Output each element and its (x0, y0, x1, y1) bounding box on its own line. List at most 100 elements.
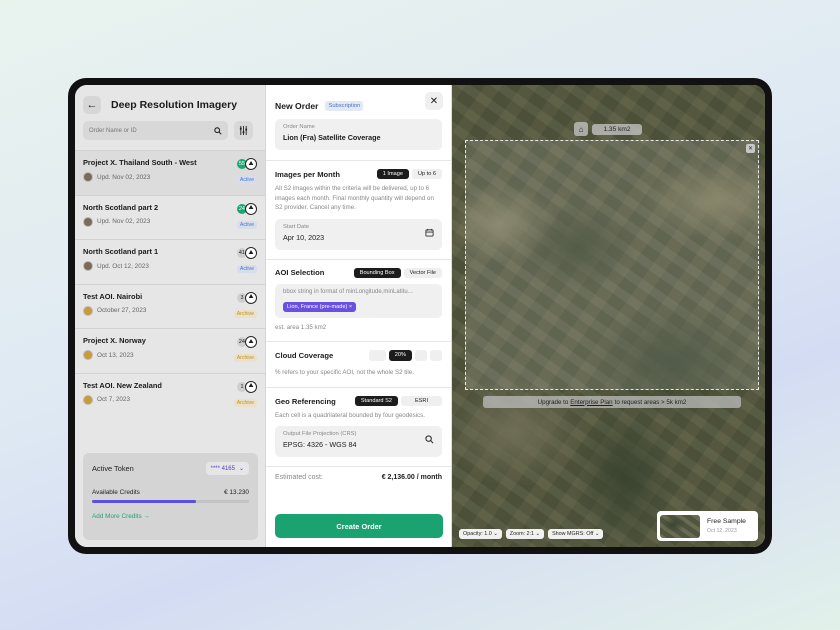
home-button[interactable]: ⌂ (574, 122, 588, 136)
aoi-chip[interactable]: Lion, France (pre-made) × (283, 301, 357, 312)
calendar-icon[interactable] (425, 228, 434, 239)
geo-description: Each cell is a quadrilateral bounded by … (275, 412, 425, 420)
opacity-select[interactable]: Opacity: 1.0 ⌄ (459, 529, 502, 539)
aoi-section: AOI Selection Bounding Box Vector File b… (266, 258, 451, 333)
page-title: Deep Resolution Imagery (111, 99, 238, 111)
cloud-title: Cloud Coverage (275, 351, 334, 361)
zoom-label: Zoom: 2:1 (509, 531, 535, 537)
start-date-field[interactable]: Start Date Apr 10, 2023 (275, 218, 442, 250)
project-name: North Scotland part 1 (83, 247, 159, 257)
search-input[interactable]: Order Name or ID (83, 121, 228, 140)
list-item[interactable]: Project X. Norway Oct 13, 2023 24 ⛰ Archi… (75, 328, 265, 373)
geo-referencing-section: Geo Referencing Standard S2 ESRI Each ce… (266, 387, 451, 457)
project-date: Oct 7, 2023 (97, 396, 131, 404)
arrow-left-icon: ← (86, 99, 98, 111)
sample-thumbnail (660, 514, 700, 538)
images-toggle: 1 Image Up to 6 (376, 169, 442, 179)
credits-progress-fill (92, 500, 196, 503)
project-date: Oct 13, 2023 (97, 351, 134, 359)
close-button[interactable]: ✕ (425, 92, 443, 110)
credits-progress-bar (92, 500, 249, 503)
remove-chip-icon[interactable]: × (349, 304, 352, 310)
bounding-box-selection[interactable]: ✕ (465, 140, 759, 390)
order-name-field[interactable]: Order Name Lion (Fra) Satellite Coverage (275, 119, 442, 150)
create-order-button[interactable]: Create Order (275, 514, 443, 538)
add-credits-link[interactable]: Add More Credits → (92, 513, 249, 520)
est-area: est. area 1.35 km2 (275, 323, 327, 331)
status-badge: Active (236, 220, 257, 229)
cloud-option-20[interactable]: 20% (388, 350, 412, 362)
start-date-label: Start Date (283, 223, 310, 230)
satellite-map[interactable]: ⌂ 1.35 km2 ✕ Upgrade to Enterprise Plan … (452, 85, 765, 547)
cloud-option-1[interactable] (368, 350, 386, 362)
mountain-icon: ⛰ (245, 158, 257, 170)
sliders-icon (239, 126, 248, 135)
option-1-image[interactable]: 1 Image (376, 169, 409, 179)
free-sample-card[interactable]: Free Sample Oct 12, 2023 (657, 511, 758, 541)
project-date: Upd. Nov 02, 2023 (97, 218, 151, 226)
zoom-select[interactable]: Zoom: 2:1 ⌄ (505, 529, 545, 539)
opacity-label: Opacity: 1.0 (463, 531, 492, 537)
back-button[interactable]: ← (83, 96, 101, 114)
avatar (83, 216, 93, 227)
mgrs-label: Show MGRS: Off (552, 531, 594, 537)
cloud-option-4[interactable] (430, 350, 442, 362)
cloud-toggle: 20% (368, 350, 442, 362)
option-up-to-6[interactable]: Up to 6 (411, 169, 442, 179)
search-placeholder: Order Name or ID (89, 127, 137, 134)
bbox-input[interactable]: bbox string in format of minLongitude,mi… (275, 283, 442, 318)
upgrade-text-pre: Upgrade to (537, 398, 569, 406)
list-item[interactable]: Project X. Thailand South - West Upd. No… (75, 150, 265, 195)
list-item[interactable]: North Scotland part 2 Upd. Nov 02, 2023 … (75, 194, 265, 240)
search-icon[interactable] (425, 435, 434, 446)
free-sample-title: Free Sample (707, 518, 746, 525)
list-item[interactable]: Test AOI. New Zealand Oct 7, 2023 1 ⛰ Arc… (75, 372, 265, 418)
mountain-icon: ⛰ (245, 336, 257, 349)
images-description: All S2 images within the criteria will b… (275, 185, 434, 212)
project-date: October 27, 2023 (97, 307, 147, 315)
list-item[interactable]: North Scotland part 1 Upd. Oct 12, 2023 … (75, 239, 265, 284)
filter-button[interactable] (234, 121, 253, 140)
project-name: Test AOI. New Zealand (83, 380, 162, 390)
estimated-cost-row: Estimated cost: € 2,136.00 / month (266, 465, 451, 481)
option-bounding-box[interactable]: Bounding Box (353, 267, 401, 278)
close-icon: ✕ (747, 146, 754, 152)
option-esri[interactable]: ESRI (400, 396, 442, 407)
start-date-value: Apr 10, 2023 (283, 232, 325, 242)
cloud-option-3[interactable] (415, 350, 427, 362)
search-row: Order Name or ID (75, 115, 265, 140)
project-name: Project X. Thailand South - West (83, 158, 197, 167)
enterprise-plan-link[interactable]: Enterprise Plan (570, 399, 612, 406)
clear-selection-button[interactable]: ✕ (746, 144, 755, 153)
project-date: Upd. Nov 02, 2023 (97, 173, 151, 181)
cloud-coverage-section: Cloud Coverage 20% % refers to your spec… (266, 341, 451, 378)
avatar (83, 261, 93, 272)
order-name-value: Lion (Fra) Satellite Coverage (283, 133, 381, 142)
token-selected-value: **** 4165 (210, 465, 235, 472)
status-badge: Active (236, 265, 257, 274)
status-badge: Active (236, 176, 257, 184)
list-item[interactable]: Test AOI. Nairobi October 27, 2023 3 ⛰ Ar… (75, 283, 265, 329)
option-vector-file[interactable]: Vector File (403, 267, 442, 278)
geo-title: Geo Referencing (275, 396, 336, 406)
est-cost-label: Estimated cost: (275, 473, 323, 481)
panel-title: New Order (275, 100, 319, 111)
aoi-toggle: Bounding Box Vector File (353, 267, 442, 278)
order-name-label: Order Name (283, 124, 315, 130)
projection-field[interactable]: Output File Projection (CRS) EPSG: 4326 … (275, 425, 442, 457)
project-list: Project X. Thailand South - West Upd. No… (75, 150, 265, 418)
token-select[interactable]: **** 4165 ⌄ (205, 462, 249, 475)
project-name: Project X. Norway (83, 336, 146, 346)
map-toolbar: ⌂ 1.35 km2 (574, 122, 642, 136)
credits-label: Available Credits (92, 489, 140, 496)
area-readout: 1.35 km2 (592, 123, 642, 135)
status-badge: Archive (233, 354, 257, 363)
mgrs-select[interactable]: Show MGRS: Off ⌄ (548, 529, 604, 539)
images-title: Images per Month (275, 169, 340, 179)
map-controls: Opacity: 1.0 ⌄ Zoom: 2:1 ⌄ Show MGRS: Of… (459, 529, 604, 539)
option-standard-s2[interactable]: Standard S2 (354, 396, 398, 407)
subscription-badge: Subscription (325, 100, 364, 111)
sidebar-header: ← Deep Resolution Imagery (75, 85, 265, 115)
avatar (83, 394, 93, 405)
bbox-placeholder: bbox string in format of minLongitude,mi… (283, 288, 413, 295)
